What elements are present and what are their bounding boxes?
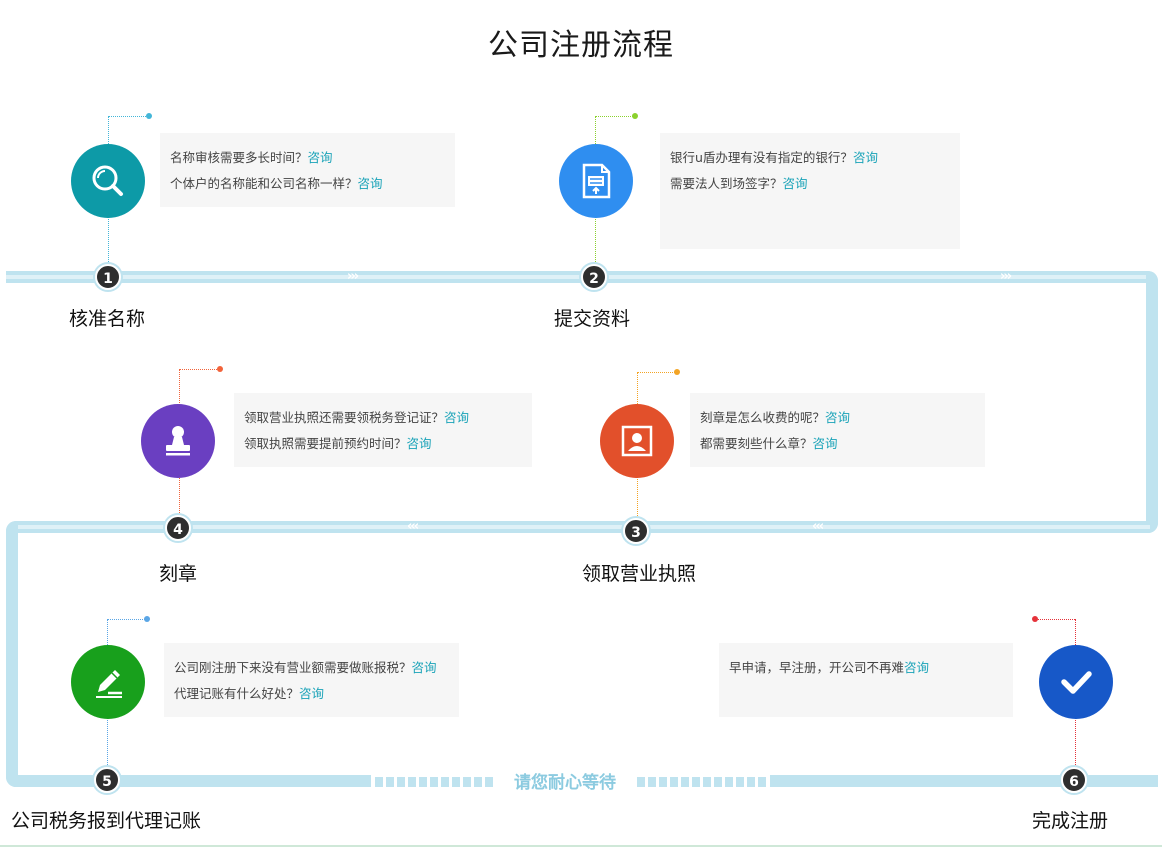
consult-link[interactable]: 咨询	[444, 410, 469, 425]
faq-box-5: 公司刚注册下来没有营业额需要做账报税？咨询 代理记账有什么好处？咨询	[164, 643, 459, 717]
consult-link[interactable]: 咨询	[299, 686, 324, 701]
faq-item: 需要法人到场签字？咨询	[670, 176, 808, 191]
step-4-number: 4	[165, 515, 191, 541]
consult-link[interactable]: 咨询	[813, 436, 838, 451]
connector-4-h	[179, 369, 219, 370]
step-1-icon-circle	[71, 144, 145, 218]
connector-4-dot	[217, 366, 223, 372]
consult-link[interactable]: 咨询	[825, 410, 850, 425]
document-upload-icon	[582, 163, 611, 199]
step-6-icon-circle	[1039, 645, 1113, 719]
step-3-number: 3	[623, 518, 649, 544]
stamp-icon	[166, 426, 190, 456]
connector-2-h	[595, 116, 633, 117]
consult-link[interactable]: 咨询	[358, 176, 383, 191]
track-row-3	[6, 775, 371, 787]
faq-item: 早申请，早注册，开公司不再难咨询	[729, 660, 930, 675]
step-5-label: 公司税务报到代理记账	[11, 810, 202, 832]
faq-item: 公司刚注册下来没有营业额需要做账报税？咨询	[174, 660, 437, 675]
page-title: 公司注册流程	[488, 28, 674, 63]
wait-dashes-left	[375, 777, 493, 787]
track-row-3-right	[770, 775, 1158, 787]
track-row-1-inner	[6, 275, 1154, 279]
step-5-icon-circle	[71, 645, 145, 719]
consult-link[interactable]: 咨询	[308, 150, 333, 165]
connector-2-dot	[632, 113, 638, 119]
faq-item: 名称审核需要多长时间？咨询	[170, 150, 333, 165]
consult-link[interactable]: 咨询	[853, 150, 878, 165]
faq-item: 都需要刻些什么章？咨询	[700, 436, 838, 451]
faq-item: 代理记账有什么好处？咨询	[174, 686, 325, 701]
chevron-right-icon: ›››	[1000, 269, 1012, 284]
faq-box-3: 刻章是怎么收费的呢？咨询 都需要刻些什么章？咨询	[690, 393, 985, 467]
faq-item: 刻章是怎么收费的呢？咨询	[700, 410, 851, 425]
connector-1-h	[108, 116, 148, 117]
faq-box-4: 领取营业执照还需要领税务登记证？咨询 领取执照需要提前预约时间？咨询	[234, 393, 532, 467]
connector-5-dot	[144, 616, 150, 622]
bottom-divider	[0, 845, 1162, 847]
faq-box-2: 银行u盾办理有没有指定的银行？咨询 需要法人到场签字？咨询	[660, 133, 960, 249]
connector-3-h	[637, 372, 675, 373]
connector-6-dot	[1032, 616, 1038, 622]
consult-link[interactable]: 咨询	[904, 660, 929, 675]
faq-box-6: 早申请，早注册，开公司不再难咨询	[719, 643, 1013, 717]
connector-3-dot	[674, 369, 680, 375]
track-left-vertical	[6, 521, 18, 787]
step-4-label: 刻章	[159, 563, 198, 585]
chevron-left-icon: ‹‹‹	[407, 519, 419, 534]
faq-item: 领取营业执照还需要领税务登记证？咨询	[244, 410, 470, 425]
step-3-label: 领取营业执照	[582, 563, 697, 585]
connector-5-h	[107, 619, 145, 620]
wait-dashes-right	[637, 777, 767, 787]
checkmark-icon	[1061, 671, 1092, 694]
id-card-icon	[621, 425, 653, 457]
chevron-left-icon: ‹‹‹	[812, 519, 824, 534]
faq-item: 个体户的名称能和公司名称一样？咨询	[170, 176, 383, 191]
step-5-number: 5	[94, 767, 120, 793]
connector-1-dot	[146, 113, 152, 119]
step-2-number: 2	[581, 264, 607, 290]
wait-text: 请您耐心等待	[514, 773, 616, 793]
track-right-vertical	[1146, 271, 1158, 533]
pen-icon	[96, 670, 122, 698]
step-1-label: 核准名称	[69, 308, 146, 330]
step-1-number: 1	[95, 264, 121, 290]
connector-6-h	[1036, 619, 1075, 620]
chevron-right-icon: ›››	[347, 269, 359, 284]
faq-item: 领取执照需要提前预约时间？咨询	[244, 436, 432, 451]
consult-link[interactable]: 咨询	[407, 436, 432, 451]
step-2-icon-circle	[559, 144, 633, 218]
consult-link[interactable]: 咨询	[412, 660, 437, 675]
faq-box-1: 名称审核需要多长时间？咨询 个体户的名称能和公司名称一样？咨询	[160, 133, 455, 207]
step-6-label: 完成注册	[1032, 810, 1109, 832]
faq-item: 银行u盾办理有没有指定的银行？咨询	[670, 150, 878, 165]
step-4-icon-circle	[141, 404, 215, 478]
step-3-icon-circle	[600, 404, 674, 478]
consult-link[interactable]: 咨询	[783, 176, 808, 191]
step-2-label: 提交资料	[554, 308, 631, 330]
step-6-number: 6	[1061, 767, 1087, 793]
search-icon	[92, 165, 123, 196]
